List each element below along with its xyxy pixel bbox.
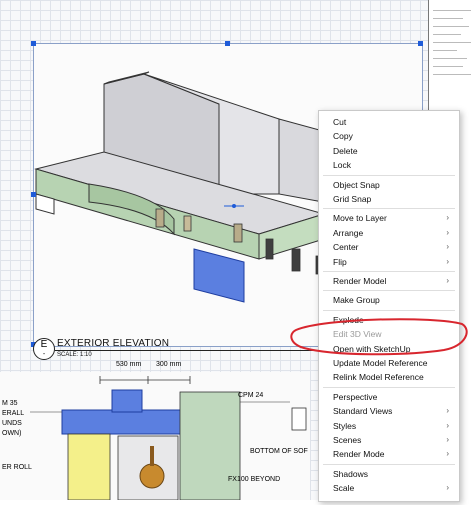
chevron-right-icon: › bbox=[446, 242, 449, 252]
menu-item-delete[interactable]: Delete bbox=[319, 144, 459, 158]
menu-item-label: Flip bbox=[333, 256, 347, 267]
note-line-2: ERALL bbox=[2, 410, 25, 417]
chevron-right-icon: › bbox=[446, 276, 449, 285]
note-line-5: ER ROLL bbox=[2, 464, 32, 471]
menu-item-label: Grid Snap bbox=[333, 194, 372, 204]
chevron-right-icon: › bbox=[446, 406, 449, 416]
annotation-highlight bbox=[290, 318, 468, 356]
view-number: E bbox=[40, 339, 48, 350]
menu-item-make-group[interactable]: Make Group bbox=[319, 293, 459, 307]
menu-separator bbox=[323, 386, 455, 388]
menu-item-standard-views[interactable]: Standard Views › bbox=[319, 404, 459, 418]
resize-handle-left[interactable] bbox=[31, 192, 36, 197]
chevron-right-icon: › bbox=[446, 449, 449, 459]
menu-item-label: Scale bbox=[333, 483, 355, 494]
note-line-4: OWN) bbox=[2, 430, 22, 437]
menu-item-relink-model-reference[interactable]: Relink Model Reference bbox=[319, 370, 459, 384]
menu-item-label: Make Group bbox=[333, 295, 380, 306]
menu-item-label: Lock bbox=[333, 160, 351, 171]
menu-separator bbox=[323, 463, 455, 465]
menu-item-render-model[interactable]: Render Model › bbox=[319, 274, 459, 288]
context-menu: Cut Copy Delete Lock Object Snap Grid Snap Mov… bbox=[318, 110, 460, 502]
menu-item-label: Object Snap bbox=[333, 179, 380, 190]
menu-item-label: Perspective bbox=[333, 391, 378, 402]
callout-fx100: FX100 BEYOND bbox=[228, 476, 281, 483]
section-drawing[interactable]: 530 mm 300 mm CPM 24 BOTTOM OF SOF FX100… bbox=[0, 361, 310, 501]
menu-item-label: Relink Model Reference bbox=[333, 372, 424, 383]
note-line-3: UNDS bbox=[2, 420, 22, 427]
chevron-right-icon: › bbox=[446, 483, 449, 493]
menu-item-label: Shadows bbox=[333, 468, 368, 479]
menu-item-label: Delete bbox=[333, 145, 358, 156]
menu-separator bbox=[323, 290, 455, 292]
menu-item-label: Standard Views bbox=[333, 406, 393, 417]
dimension-left: 530 mm bbox=[116, 361, 142, 368]
callout-cpm: CPM 24 bbox=[238, 392, 264, 399]
menu-item-scenes[interactable]: Scenes › bbox=[319, 433, 459, 447]
view-title: EXTERIOR ELEVATION bbox=[57, 338, 170, 349]
menu-item-lock[interactable]: Lock bbox=[319, 158, 459, 172]
menu-separator bbox=[323, 174, 455, 176]
chevron-right-icon: › bbox=[446, 213, 449, 223]
menu-separator bbox=[323, 309, 455, 311]
menu-item-styles[interactable]: Styles › bbox=[319, 419, 459, 433]
menu-item-shadows[interactable]: Shadows bbox=[319, 467, 459, 481]
menu-item-flip[interactable]: Flip › bbox=[319, 255, 459, 269]
chevron-right-icon: › bbox=[446, 227, 449, 237]
menu-item-label: Center bbox=[333, 242, 359, 253]
menu-item-scale[interactable]: Scale › bbox=[319, 481, 459, 495]
resize-handle-tl[interactable] bbox=[31, 41, 36, 46]
menu-item-cut[interactable]: Cut bbox=[319, 115, 459, 129]
chevron-right-icon: › bbox=[446, 435, 449, 444]
menu-item-label: Styles bbox=[333, 420, 357, 431]
menu-separator bbox=[323, 271, 455, 272]
menu-item-label: Render Mode bbox=[333, 449, 385, 460]
chevron-right-icon: › bbox=[446, 256, 449, 266]
menu-item-label: Arrange bbox=[333, 227, 364, 238]
view-number-bubble: E - bbox=[33, 338, 55, 360]
menu-separator bbox=[323, 208, 455, 210]
note-line-1: M 35 bbox=[2, 400, 18, 407]
dimension-right: 300 mm bbox=[156, 361, 182, 368]
menu-item-arrange[interactable]: Arrange › bbox=[319, 226, 459, 240]
resize-handle-top[interactable] bbox=[225, 41, 230, 46]
menu-item-label: Cut bbox=[333, 117, 347, 127]
callout-soffit: BOTTOM OF SOF bbox=[250, 448, 308, 455]
menu-item-label: Render Model bbox=[333, 276, 387, 286]
menu-item-grid-snap[interactable]: Grid Snap bbox=[319, 192, 459, 206]
menu-item-perspective[interactable]: Perspective bbox=[319, 390, 459, 404]
view-sub: - bbox=[42, 351, 46, 358]
menu-item-copy[interactable]: Copy bbox=[319, 129, 459, 143]
view-scale: SCALE: 1:10 bbox=[57, 352, 92, 358]
menu-item-object-snap[interactable]: Object Snap bbox=[319, 178, 459, 192]
menu-item-move-to-layer[interactable]: Move to Layer › bbox=[319, 211, 459, 225]
menu-item-render-mode[interactable]: Render Mode › bbox=[319, 447, 459, 461]
menu-item-label: Move to Layer bbox=[333, 213, 387, 224]
chevron-right-icon: › bbox=[446, 420, 449, 430]
menu-item-label: Copy bbox=[333, 131, 353, 142]
resize-handle-tr[interactable] bbox=[418, 41, 423, 46]
menu-item-center[interactable]: Center › bbox=[319, 240, 459, 254]
menu-item-label: Scenes bbox=[333, 435, 362, 445]
